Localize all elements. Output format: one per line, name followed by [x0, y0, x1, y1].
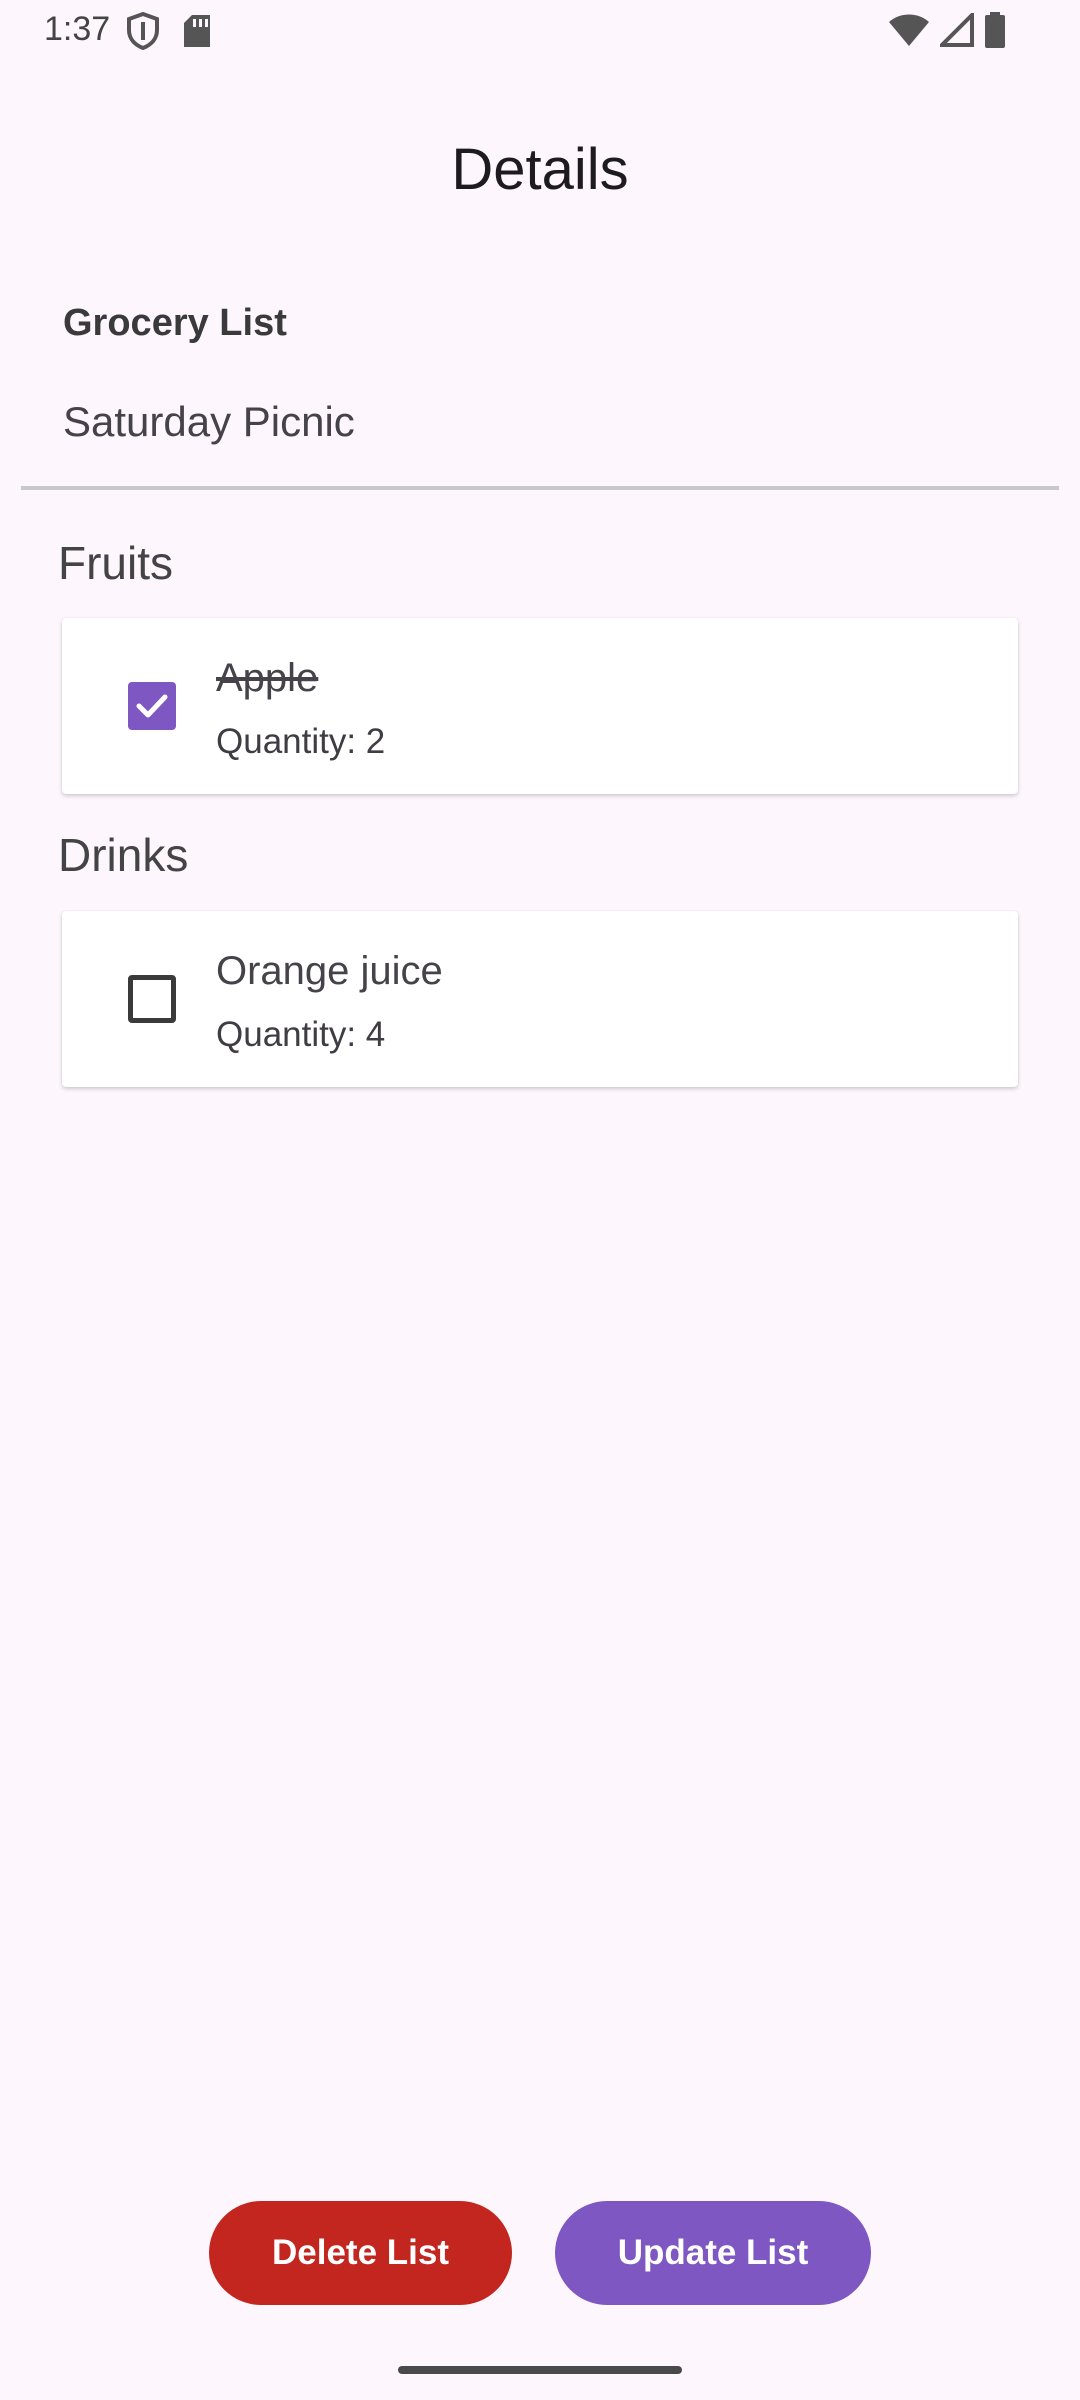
item-checkbox-unchecked[interactable]	[128, 975, 176, 1023]
battery-icon	[984, 12, 1006, 53]
gesture-nav-handle[interactable]	[398, 2366, 682, 2374]
category-header-drinks: Drinks	[58, 829, 189, 881]
status-time: 1:37	[44, 10, 111, 48]
list-name-label: Grocery List	[63, 302, 287, 344]
item-quantity: Quantity: 4	[216, 1015, 386, 1054]
item-name: Orange juice	[216, 949, 443, 993]
item-card-orange-juice[interactable]: Orange juice Quantity: 4	[62, 911, 1018, 1087]
status-bar: 1:37	[0, 0, 1080, 64]
item-card-apple[interactable]: Apple Quantity: 2	[62, 618, 1018, 794]
status-right-icons	[888, 10, 1006, 53]
item-name: Apple	[216, 656, 319, 700]
update-list-button[interactable]: Update List	[555, 2201, 871, 2305]
page-title: Details	[451, 137, 629, 202]
category-header-fruits: Fruits	[58, 537, 173, 589]
wifi-icon	[888, 13, 930, 52]
item-checkbox-checked[interactable]	[128, 682, 176, 730]
item-quantity: Quantity: 2	[216, 722, 386, 761]
list-name-field[interactable]: Grocery List Saturday Picnic	[21, 290, 1059, 490]
status-left-icons	[126, 11, 212, 55]
field-underline	[21, 486, 1059, 490]
checkmark-icon	[136, 694, 168, 718]
shield-icon	[126, 11, 160, 55]
delete-list-button[interactable]: Delete List	[209, 2201, 512, 2305]
list-name-value[interactable]: Saturday Picnic	[63, 398, 355, 446]
signal-icon	[937, 10, 974, 52]
sd-card-icon	[182, 13, 212, 54]
